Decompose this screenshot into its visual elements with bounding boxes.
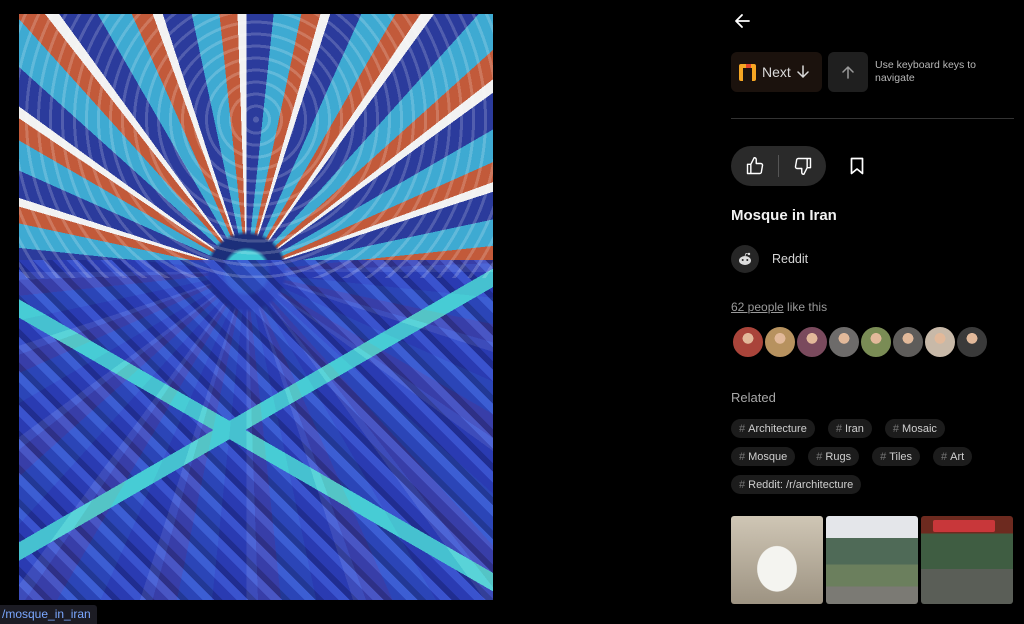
thumbs-down-icon [794,157,811,176]
tag-label: Architecture [748,422,807,435]
hash-icon: # [880,450,887,463]
navigation-row: Next Use keyboard keys to navigate [731,52,985,92]
likes-suffix: like this [783,300,828,314]
avatar[interactable] [923,325,957,359]
avatar[interactable] [891,325,925,359]
tag-label: Tiles [889,450,913,463]
tag-chip[interactable]: # Mosaic [884,419,945,438]
source-label: Reddit [772,252,809,266]
related-tags: # Architecture # Iran # Mosaic # Mosque # Rugs # Ti… [731,419,1014,503]
bookmark-icon [850,157,864,175]
arrow-up-icon [842,65,854,79]
tag-chip[interactable]: # Reddit: /r/architecture [731,475,862,494]
likes-count-link[interactable]: 62 people [731,300,784,314]
reddit-icon [731,245,759,273]
main-image[interactable] [19,14,493,600]
tag-label: Mosaic [902,422,937,435]
related-title: Related [731,390,776,405]
tag-label: Art [950,450,965,463]
arrow-down-icon [797,65,809,79]
related-thumbnail[interactable] [731,516,823,604]
next-button[interactable]: Next [731,52,822,92]
bookmark-button[interactable] [847,155,867,177]
status-link: /mosque_in_iran [0,605,97,624]
liker-avatars [731,325,989,359]
tag-label: Rugs [825,450,852,463]
avatar[interactable] [827,325,861,359]
details-panel: Next Use keyboard keys to navigate Mosqu… [731,0,1014,620]
vote-group [731,146,826,186]
related-thumbnail[interactable] [921,516,1013,604]
divider [731,118,1014,119]
likes-text: 62 people like this [731,300,827,314]
tag-row: # Reddit: /r/architecture [731,475,1014,494]
thumbs-up-icon [746,156,763,175]
tag-label: Iran [844,422,864,435]
hash-icon: # [835,422,842,435]
tag-chip[interactable]: # Rugs [808,447,860,466]
avatar[interactable] [859,325,893,359]
previous-button[interactable] [828,52,868,92]
hash-icon: # [739,450,746,463]
source-link[interactable]: Reddit [731,245,808,273]
tag-label: Mosque [748,450,788,463]
avatar[interactable] [955,325,989,359]
tag-chip[interactable]: # Mosque [731,447,796,466]
arrow-left-icon [735,14,750,28]
back-button[interactable] [731,10,753,32]
hash-icon: # [739,478,746,491]
next-label: Next [762,64,791,80]
keyboard-hint: Use keyboard keys to navigate [875,59,976,84]
tag-chip[interactable]: # Architecture [731,419,815,438]
avatar[interactable] [795,325,829,359]
tag-row: # Architecture # Iran # Mosaic [731,419,1014,438]
avatar[interactable] [763,325,797,359]
hash-icon: # [892,422,900,435]
tag-chip[interactable]: # Tiles [872,447,921,466]
avatar[interactable] [731,325,765,359]
tag-chip[interactable]: # Art [933,447,973,466]
related-thumbnails [731,516,1013,604]
hash-icon: # [816,450,823,463]
tag-label: Reddit: /r/architecture [748,478,854,491]
post-title: Mosque in Iran [731,207,837,224]
like-button[interactable] [731,146,778,186]
dislike-button[interactable] [779,146,826,186]
related-thumbnail[interactable] [826,516,918,604]
tag-chip[interactable]: # Iran [827,419,872,438]
hash-icon: # [739,422,746,435]
next-logo-icon [739,63,756,81]
tag-row: # Mosque # Rugs # Tiles # Art [731,447,1014,466]
hash-icon: # [941,450,948,463]
